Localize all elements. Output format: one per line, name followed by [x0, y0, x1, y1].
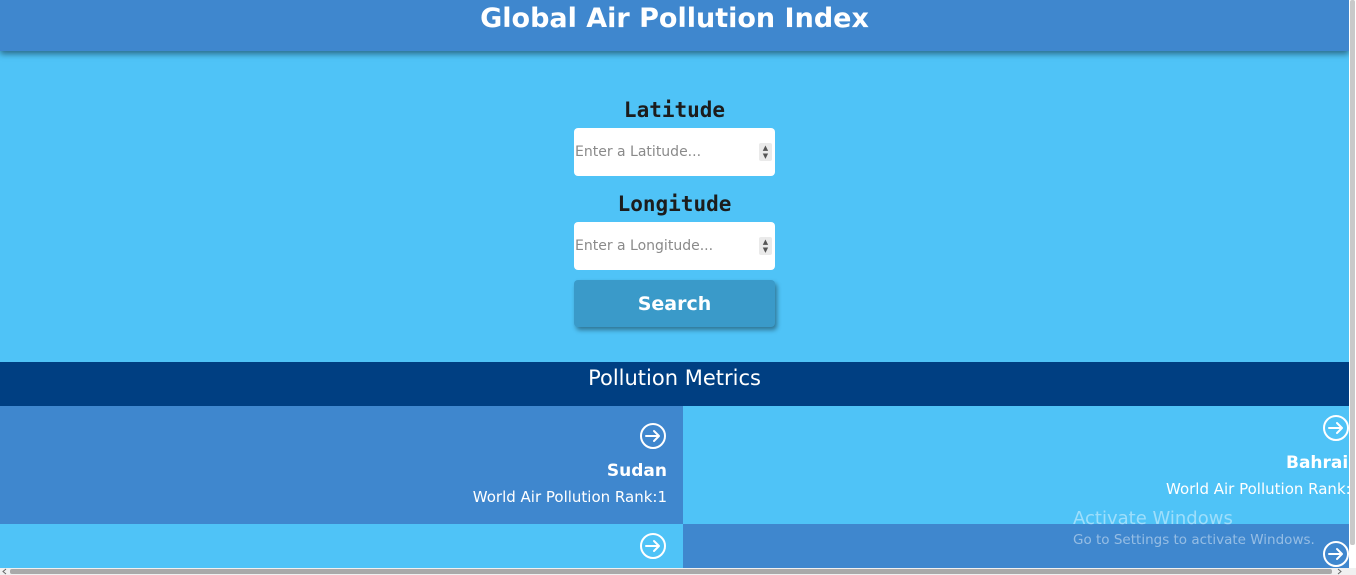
- scroll-left-icon[interactable]: [0, 568, 9, 575]
- metric-card[interactable]: Sudan World Air Pollution Rank:1: [0, 406, 683, 524]
- activation-watermark: Activate Windows Go to Settings to activ…: [1073, 508, 1315, 549]
- arrow-right-circle-icon[interactable]: [1322, 414, 1349, 442]
- arrow-right-circle-icon[interactable]: [1322, 540, 1349, 568]
- longitude-label: Longitude: [617, 192, 732, 216]
- country-name: Sudan: [606, 461, 667, 481]
- search-button[interactable]: Search: [574, 280, 775, 327]
- horizontal-scroll-thumb[interactable]: [10, 569, 1332, 574]
- latitude-input[interactable]: [574, 128, 754, 176]
- vertical-scrollbar[interactable]: [1349, 0, 1356, 568]
- vertical-scroll-thumb[interactable]: [1350, 0, 1355, 545]
- watermark-title: Activate Windows: [1073, 508, 1233, 529]
- latitude-label: Latitude: [623, 98, 726, 122]
- spin-up-icon[interactable]: ▲: [763, 144, 768, 152]
- arrow-right-circle-icon[interactable]: [639, 532, 667, 560]
- longitude-input[interactable]: [574, 222, 754, 270]
- scroll-right-icon[interactable]: [1335, 568, 1344, 575]
- spin-up-icon[interactable]: ▲: [763, 238, 768, 246]
- arrow-right-circle-icon[interactable]: [639, 422, 667, 450]
- country-name: Bahrain: [1286, 453, 1349, 473]
- search-form: Latitude ▲ ▼ Longitude ▲ ▼ Search: [0, 51, 1349, 362]
- page: Global Air Pollution Index Latitude ▲ ▼ …: [0, 0, 1349, 568]
- latitude-field[interactable]: ▲ ▼: [574, 128, 775, 176]
- pollution-rank: World Air Pollution Rank:2: [1166, 480, 1349, 498]
- spin-down-icon[interactable]: ▼: [763, 246, 768, 254]
- metrics-title: Pollution Metrics: [0, 362, 1349, 406]
- horizontal-scrollbar[interactable]: [0, 568, 1356, 575]
- pollution-rank: World Air Pollution Rank:1: [472, 488, 667, 506]
- latitude-spinner[interactable]: ▲ ▼: [759, 143, 772, 161]
- page-title: Global Air Pollution Index: [480, 3, 869, 34]
- spin-down-icon[interactable]: ▼: [763, 152, 768, 160]
- watermark-subtitle: Go to Settings to activate Windows.: [1073, 532, 1315, 548]
- longitude-field[interactable]: ▲ ▼: [574, 222, 775, 270]
- app-header: Global Air Pollution Index: [0, 0, 1349, 51]
- longitude-spinner[interactable]: ▲ ▼: [759, 237, 772, 255]
- metric-card[interactable]: [0, 524, 683, 568]
- metric-card[interactable]: Bahrain World Air Pollution Rank:2: [683, 406, 1349, 524]
